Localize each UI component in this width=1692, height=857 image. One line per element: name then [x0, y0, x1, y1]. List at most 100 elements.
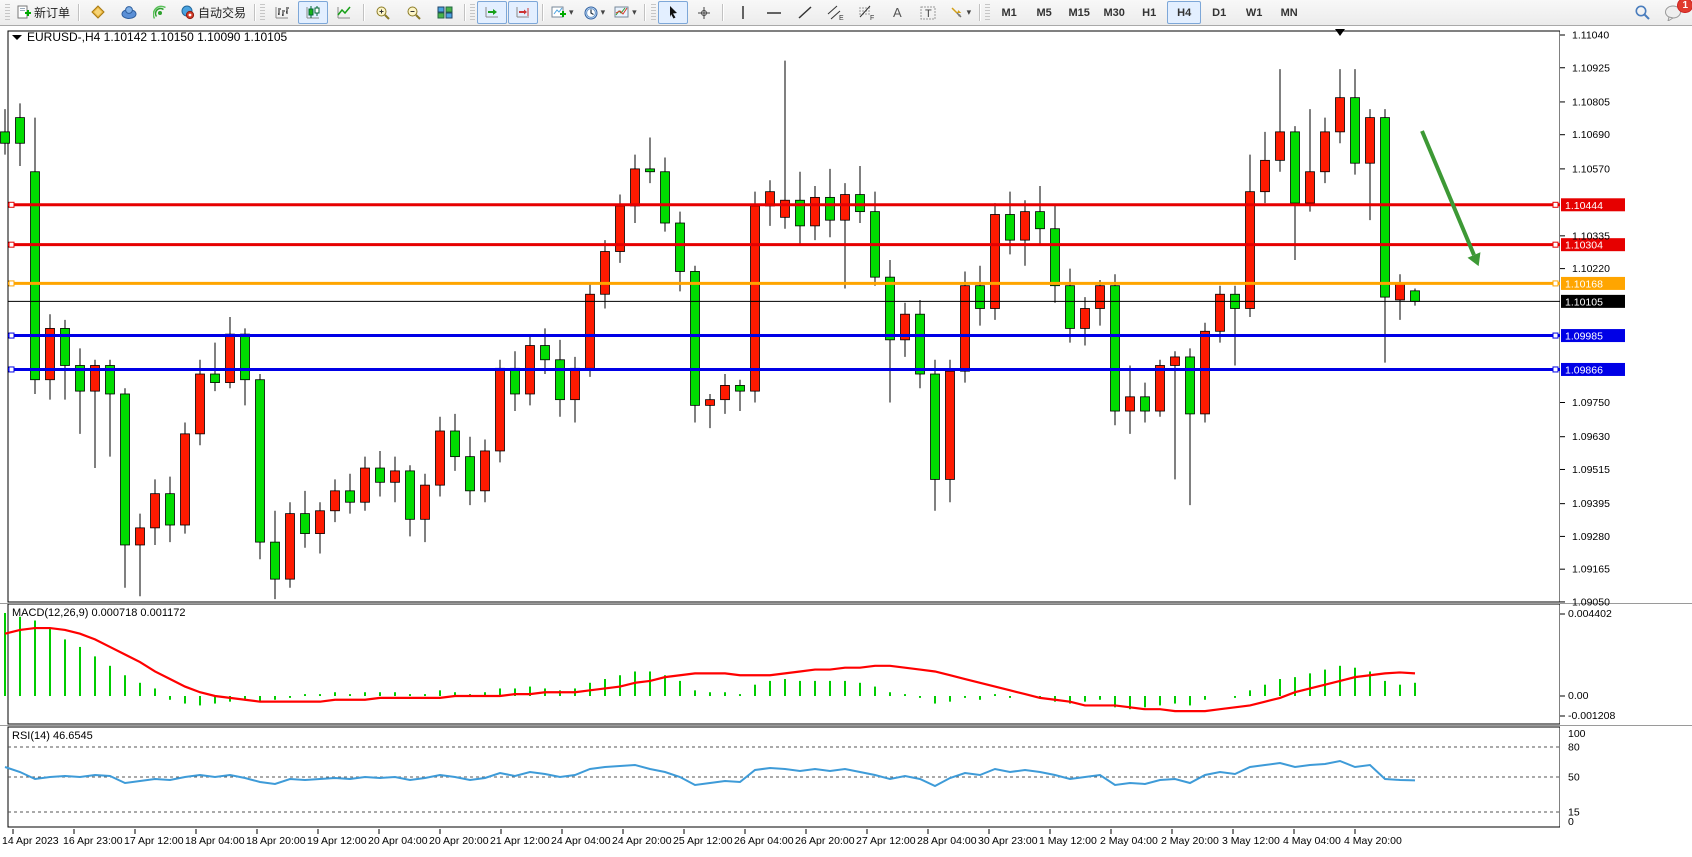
toolbar-grip[interactable]: [260, 4, 265, 22]
dropdown-caret: ▾: [967, 7, 972, 18]
cursor-button[interactable]: [658, 1, 688, 24]
market-button[interactable]: [83, 1, 113, 24]
svg-text:F: F: [870, 15, 874, 21]
crosshair-button[interactable]: [689, 1, 719, 24]
svg-text:1.09165: 1.09165: [1572, 564, 1610, 576]
svg-text:1.10444: 1.10444: [1565, 200, 1603, 212]
tf-d1-button[interactable]: D1: [1202, 1, 1236, 24]
rsi-label: RSI(14) 46.6545: [12, 730, 93, 742]
svg-text:1.10690: 1.10690: [1572, 129, 1610, 141]
zoom-in-icon: [375, 5, 391, 21]
svg-text:18 Apr 20:00: 18 Apr 20:00: [246, 835, 306, 847]
vertical-line-icon: [737, 5, 749, 20]
tf-m30-button[interactable]: M30: [1097, 1, 1131, 24]
line-chart-icon: [336, 5, 352, 20]
svg-text:27 Apr 12:00: 27 Apr 12:00: [856, 835, 916, 847]
svg-text:0.00: 0.00: [1568, 690, 1589, 702]
community-button[interactable]: [114, 1, 144, 24]
search-icon: [1634, 4, 1651, 21]
autotrade-label: 自动交易: [198, 4, 246, 21]
indicators-button[interactable]: ▾: [547, 1, 578, 24]
tf-m5-button[interactable]: M5: [1027, 1, 1061, 24]
templates-button[interactable]: ▾: [610, 1, 641, 24]
svg-text:21 Apr 12:00: 21 Apr 12:00: [490, 835, 550, 847]
text-button[interactable]: A: [883, 1, 913, 24]
chat-button[interactable]: 1: [1658, 1, 1688, 24]
svg-text:1.09985: 1.09985: [1565, 331, 1603, 343]
tf-w1-button[interactable]: W1: [1237, 1, 1271, 24]
text-label-button[interactable]: T: [914, 1, 944, 24]
dropdown-caret: ▾: [632, 7, 637, 18]
svg-text:T: T: [925, 8, 932, 20]
svg-text:18 Apr 04:00: 18 Apr 04:00: [185, 835, 245, 847]
tile-windows-button[interactable]: [430, 1, 460, 24]
candlestick-icon: [305, 5, 321, 20]
tf-mn-button[interactable]: MN: [1272, 1, 1306, 24]
cursor-icon: [666, 5, 680, 20]
indicators-icon: [551, 5, 567, 20]
svg-text:4 May 20:00: 4 May 20:00: [1344, 835, 1402, 847]
arrows-icon: [949, 5, 965, 20]
chart-title-ohlc: EURUSD-,H4 1.10142 1.10150 1.10090 1.101…: [27, 30, 288, 44]
gold-market-icon: [91, 5, 106, 20]
separator: [720, 2, 727, 23]
svg-text:1.09750: 1.09750: [1572, 397, 1610, 409]
search-button[interactable]: [1627, 1, 1657, 24]
zoom-out-icon: [406, 5, 422, 21]
svg-text:E: E: [839, 15, 844, 21]
signals-button[interactable]: [145, 1, 175, 24]
zoom-in-button[interactable]: [368, 1, 398, 24]
svg-text:1.09280: 1.09280: [1572, 531, 1610, 543]
toolbar-grip[interactable]: [651, 4, 656, 22]
tf-h4-button[interactable]: H4: [1167, 1, 1201, 24]
svg-text:19 Apr 12:00: 19 Apr 12:00: [307, 835, 367, 847]
periods-button[interactable]: ▾: [579, 1, 610, 24]
arrows-button[interactable]: ▾: [945, 1, 976, 24]
toolbar-grip[interactable]: [985, 4, 990, 22]
channel-icon: E: [827, 5, 844, 21]
toolbar-grip[interactable]: [470, 4, 475, 22]
horizontal-line-icon: [766, 5, 782, 20]
zoom-out-button[interactable]: [399, 1, 429, 24]
fibonacci-button[interactable]: F: [852, 1, 882, 24]
svg-text:-0.001208: -0.001208: [1568, 710, 1615, 722]
separator: [75, 2, 82, 23]
separator: [642, 2, 649, 23]
separator: [539, 2, 546, 23]
text-label-icon: T: [920, 5, 937, 21]
new-order-label: 新订单: [34, 4, 70, 21]
horizontal-line-button[interactable]: [759, 1, 789, 24]
svg-text:1.09515: 1.09515: [1572, 464, 1610, 476]
vertical-line-button[interactable]: [728, 1, 758, 24]
svg-text:80: 80: [1568, 742, 1580, 754]
svg-text:1.09050: 1.09050: [1572, 596, 1610, 608]
equidistant-channel-button[interactable]: E: [821, 1, 851, 24]
text-icon: A: [891, 5, 905, 20]
chart-canvas[interactable]: 0.0044020.00-0.001208 1008050150 1.10444…: [0, 27, 1692, 857]
trendline-icon: [797, 5, 813, 20]
autotrade-button[interactable]: 自动交易: [176, 1, 250, 24]
candlestick-button[interactable]: [298, 1, 328, 24]
trendline-button[interactable]: [790, 1, 820, 24]
new-order-button[interactable]: 新订单: [12, 1, 74, 24]
bar-chart-icon: [274, 5, 290, 20]
separator: [461, 2, 468, 23]
svg-text:2 May 04:00: 2 May 04:00: [1100, 835, 1158, 847]
tf-m1-button[interactable]: M1: [992, 1, 1026, 24]
tf-m15-button[interactable]: M15: [1062, 1, 1096, 24]
svg-text:1.09395: 1.09395: [1572, 498, 1610, 510]
svg-text:16 Apr 23:00: 16 Apr 23:00: [63, 835, 123, 847]
svg-text:1.10570: 1.10570: [1572, 163, 1610, 175]
bar-chart-button[interactable]: [267, 1, 297, 24]
tf-h1-button[interactable]: H1: [1132, 1, 1166, 24]
svg-text:4 May 04:00: 4 May 04:00: [1283, 835, 1341, 847]
separator: [976, 2, 983, 23]
svg-text:1.09630: 1.09630: [1572, 431, 1610, 443]
line-chart-button[interactable]: [329, 1, 359, 24]
clock-icon: [583, 5, 599, 21]
toolbar-grip[interactable]: [5, 4, 10, 22]
chart-shift-button[interactable]: [508, 1, 538, 24]
time-axis[interactable]: 14 Apr 202316 Apr 23:0017 Apr 12:0018 Ap…: [2, 829, 1402, 847]
auto-scroll-button[interactable]: [477, 1, 507, 24]
svg-text:24 Apr 20:00: 24 Apr 20:00: [612, 835, 672, 847]
